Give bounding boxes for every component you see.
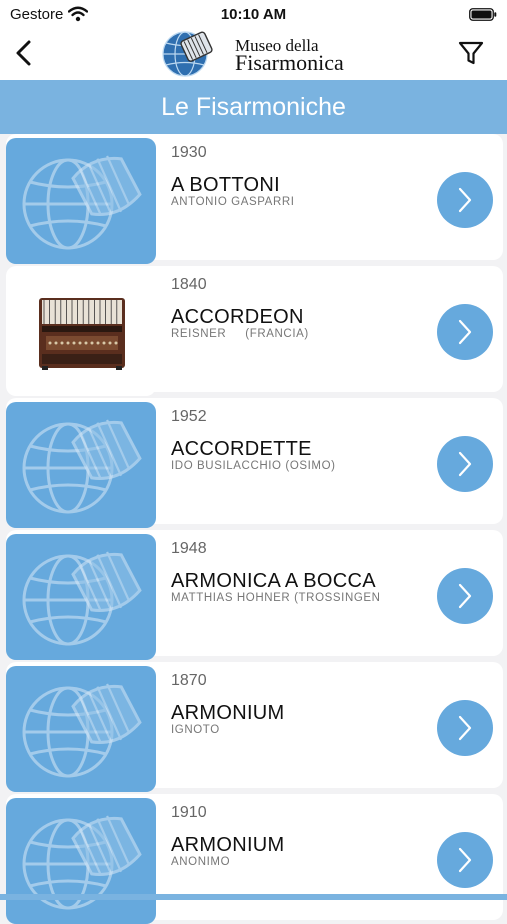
chevron-right-icon: [458, 847, 472, 873]
item-maker: REISNER (FRANCIA): [171, 328, 309, 340]
item-name: ARMONICA A BOCCA: [171, 570, 376, 592]
item-detail-button[interactable]: [437, 172, 493, 228]
item-name: ARMONIUM: [171, 834, 285, 856]
nav-bar: Museo della Fisarmonica: [0, 28, 507, 80]
globe-accordion-placeholder-icon: [22, 147, 145, 250]
item-detail-button[interactable]: [437, 436, 493, 492]
logo-text-line2: Fisarmonica: [235, 50, 344, 75]
placeholder-logo-thumb: [6, 138, 156, 264]
filter-icon: [458, 41, 484, 65]
list-item[interactable]: 1910 ARMONIUM ANONIMO: [6, 794, 503, 924]
bottom-tab-edge: [0, 894, 507, 900]
accordion-photo: [6, 270, 156, 396]
item-name: A BOTTONI: [171, 174, 281, 196]
chevron-right-icon: [458, 715, 472, 741]
globe-accordion-logo-icon: [162, 31, 213, 77]
placeholder-logo-thumb: [6, 534, 156, 660]
item-year: 1948: [171, 540, 207, 557]
accordion-icon: [39, 298, 125, 370]
item-year: 1952: [171, 408, 207, 425]
item-year: 1840: [171, 276, 207, 293]
title-bar: Le Fisarmoniche: [0, 80, 507, 134]
list-item[interactable]: 1870 ARMONIUM IGNOTO: [6, 662, 503, 792]
item-detail-button[interactable]: [437, 568, 493, 624]
status-time: 10:10 AM: [220, 6, 287, 23]
item-maker: MATTHIAS HOHNER (TROSSINGEN: [171, 592, 381, 604]
list-item[interactable]: 1952 ACCORDETTE IDO BUSILACCHIO (OSIMO): [6, 398, 503, 528]
list-item[interactable]: 1930 A BOTTONI ANTONIO GASPARRI: [6, 134, 503, 264]
placeholder-logo-thumb: [6, 666, 156, 792]
globe-accordion-placeholder-icon: [22, 411, 145, 514]
item-name: ACCORDEON: [171, 306, 304, 328]
item-maker: IDO BUSILACCHIO (OSIMO): [171, 460, 336, 472]
item-detail-button[interactable]: [437, 700, 493, 756]
item-name: ARMONIUM: [171, 702, 285, 724]
chevron-left-icon: [16, 40, 31, 66]
page-title: Le Fisarmoniche: [161, 92, 346, 121]
globe-accordion-placeholder-icon: [22, 807, 145, 910]
item-maker: ANTONIO GASPARRI: [171, 196, 295, 208]
item-detail-button[interactable]: [437, 304, 493, 360]
placeholder-logo-thumb: [6, 402, 156, 528]
list-item[interactable]: 1948 ARMONICA A BOCCA MATTHIAS HOHNER (TRO…: [6, 530, 503, 660]
globe-accordion-placeholder-icon: [22, 675, 145, 778]
back-button[interactable]: [12, 38, 38, 68]
filter-button[interactable]: [457, 38, 485, 68]
item-maker: IGNOTO: [171, 724, 220, 736]
museum-logo: Museo della Fisarmonica: [160, 28, 360, 80]
list-item[interactable]: 1840 ACCORDEON REISNER (FRANCIA): [6, 266, 503, 396]
item-maker: ANONIMO: [171, 856, 231, 868]
item-year: 1930: [171, 144, 207, 161]
chevron-right-icon: [458, 583, 472, 609]
item-detail-button[interactable]: [437, 832, 493, 888]
placeholder-logo-thumb: [6, 798, 156, 924]
globe-accordion-placeholder-icon: [22, 543, 145, 646]
chevron-right-icon: [458, 319, 472, 345]
chevron-right-icon: [458, 451, 472, 477]
battery-icon: [469, 8, 497, 21]
item-name: ACCORDETTE: [171, 438, 312, 460]
status-bar: Gestore 10:10 AM: [0, 0, 507, 28]
item-year: 1910: [171, 804, 207, 821]
chevron-right-icon: [458, 187, 472, 213]
item-year: 1870: [171, 672, 207, 689]
